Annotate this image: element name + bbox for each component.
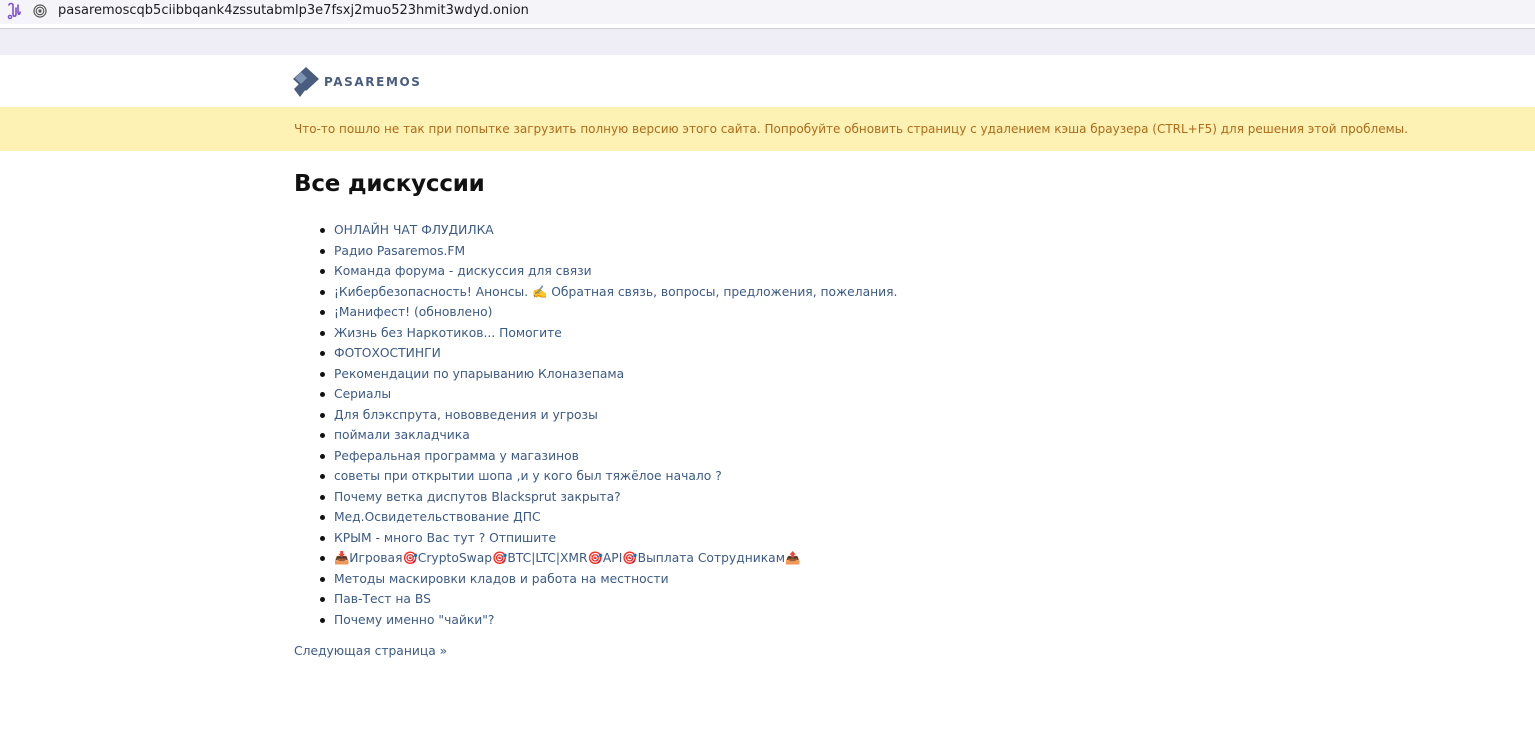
bullet-icon <box>320 412 325 418</box>
logo-icon <box>293 67 319 97</box>
discussion-link[interactable]: ¡Кибербезопасность! Анонсы. ✍️ Обратная … <box>334 282 897 303</box>
discussion-link[interactable]: 📥Игровая🎯CryptoSwap🎯BTC|LTC|XMR🎯API🎯Выпл… <box>334 548 800 569</box>
extension-icon[interactable] <box>6 2 22 20</box>
bullet-icon <box>320 289 325 295</box>
bullet-icon <box>320 576 325 582</box>
page-title: Все дискуссии <box>294 171 485 197</box>
discussion-link[interactable]: ¡Манифест! (обновлено) <box>334 302 492 323</box>
error-alert: Что-то пошло не так при попытке загрузит… <box>0 107 1535 151</box>
discussion-link[interactable]: Команда форума - дискуссия для связи <box>334 261 592 282</box>
discussion-link[interactable]: поймали закладчика <box>334 425 470 446</box>
bullet-icon <box>320 392 325 397</box>
bullet-icon <box>320 597 325 602</box>
url-text[interactable]: pasaremoscqb5ciibbqank4zssutabmlp3e7fsxj… <box>58 3 529 18</box>
next-page-link[interactable]: Следующая страница » <box>294 644 447 658</box>
discussion-link[interactable]: Методы маскировки кладов и работа на мес… <box>334 569 669 590</box>
alert-message: Что-то пошло не так при попытке загрузит… <box>294 122 1408 136</box>
discussion-link[interactable]: Рекомендации по упарыванию Клоназепама <box>334 364 624 385</box>
discussion-link[interactable]: Сериалы <box>334 384 391 405</box>
bullet-icon <box>320 433 325 438</box>
discussion-link[interactable]: Радио Pasaremos.FM <box>334 241 465 262</box>
bullet-icon <box>320 474 325 479</box>
bullet-icon <box>320 494 325 500</box>
bullet-icon <box>320 351 325 356</box>
discussion-link[interactable]: Для блэкспрута, нововведения и угрозы <box>334 405 598 426</box>
discussion-link[interactable]: ФОТОХОСТИНГИ <box>334 343 441 364</box>
bullet-icon <box>320 453 325 459</box>
bullet-icon <box>320 248 325 254</box>
discussion-link[interactable]: Реферальная программа у магазинов <box>334 446 579 467</box>
site-logo[interactable]: PASAREMOS <box>293 67 422 97</box>
discussion-link[interactable]: Почему именно "чайки"? <box>334 610 494 631</box>
discussion-link[interactable]: Почему ветка диспутов Blacksprut закрыта… <box>334 487 621 508</box>
bullet-icon <box>320 330 325 336</box>
bullet-icon <box>320 515 325 520</box>
bullet-icon <box>320 535 325 541</box>
bullet-icon <box>320 228 325 233</box>
logo-text: PASAREMOS <box>324 75 422 89</box>
discussion-link[interactable]: Пав-Тест на BS <box>334 589 431 610</box>
discussion-link[interactable]: советы при открытии шопа ,и у кого был т… <box>334 466 722 487</box>
discussion-link[interactable]: Жизнь без Наркотиков... Помогите <box>334 323 562 344</box>
site-header: PASAREMOS <box>0 55 1535 107</box>
bullet-icon <box>320 556 325 561</box>
bullet-icon <box>320 310 325 315</box>
bookmarks-bar <box>0 29 1535 55</box>
bullet-icon <box>320 371 325 377</box>
discussion-link[interactable]: КРЫМ - много Вас тут ? Отпишите <box>334 528 556 549</box>
discussion-link[interactable]: Мед.Освидетельствование ДПС <box>334 507 541 528</box>
discussion-link[interactable]: ОНЛАЙН ЧАТ ФЛУДИЛКА <box>334 220 494 241</box>
bullet-icon <box>320 269 325 274</box>
onion-site-icon[interactable] <box>33 3 47 18</box>
address-bar[interactable]: pasaremoscqb5ciibbqank4zssutabmlp3e7fsxj… <box>0 0 1535 24</box>
bullet-icon <box>320 617 325 623</box>
